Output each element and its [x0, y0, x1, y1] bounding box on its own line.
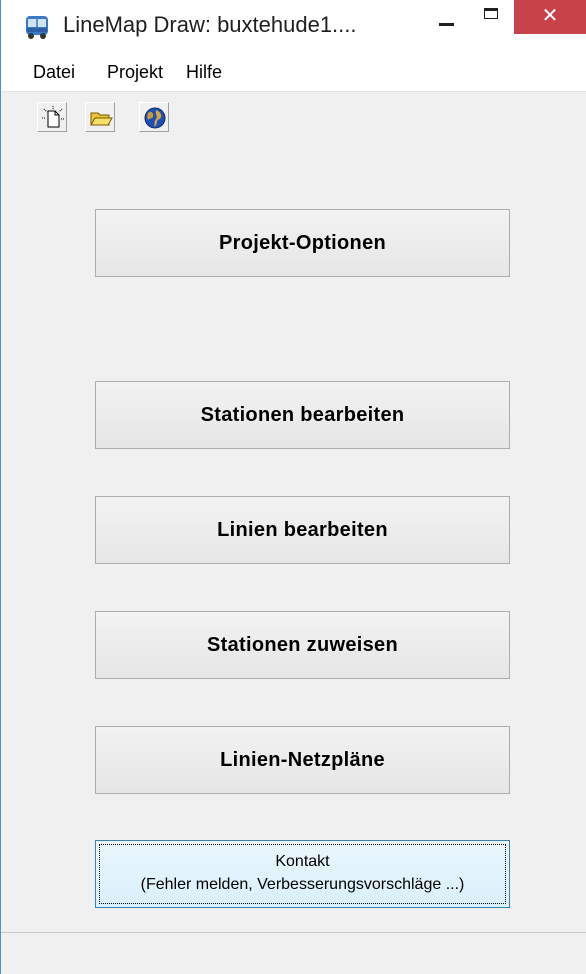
open-folder-icon — [90, 112, 113, 126]
globe-icon — [144, 107, 166, 129]
contact-button[interactable]: Kontakt (Fehler melden, Verbesserungsvor… — [95, 840, 510, 908]
close-icon: ✕ — [541, 3, 559, 27]
menu-bar: Datei Projekt Hilfe — [1, 56, 586, 92]
minimize-button[interactable] — [425, 0, 469, 40]
contact-label: Kontakt — [275, 853, 330, 870]
app-window: LineMap Draw: buxtehude1.... ✕ Datei Pro… — [0, 0, 586, 974]
maximize-button[interactable] — [473, 0, 509, 40]
project-options-button[interactable]: Projekt-Optionen — [95, 209, 510, 277]
menu-datei[interactable]: Datei — [31, 62, 77, 83]
line-network-plans-button[interactable]: Linien-Netzpläne — [95, 726, 510, 794]
close-button[interactable]: ✕ — [514, 0, 586, 34]
edit-lines-button[interactable]: Linien bearbeiten — [95, 496, 510, 564]
web-button[interactable] — [139, 102, 169, 132]
maximize-icon — [484, 8, 498, 19]
contact-sublabel: (Fehler melden, Verbesserungsvorschläge … — [140, 876, 465, 893]
bus-icon — [26, 16, 48, 39]
status-bar — [1, 932, 586, 974]
window-title: LineMap Draw: buxtehude1.... — [63, 12, 357, 37]
assign-stations-button[interactable]: Stationen zuweisen — [95, 611, 510, 679]
edit-stations-button[interactable]: Stationen bearbeiten — [95, 381, 510, 449]
title-bar[interactable]: LineMap Draw: buxtehude1.... ✕ — [1, 0, 586, 56]
menu-hilfe[interactable]: Hilfe — [184, 62, 224, 83]
menu-projekt[interactable]: Projekt — [105, 62, 165, 83]
toolbar — [1, 92, 586, 150]
minimize-icon — [439, 23, 454, 26]
new-project-button[interactable] — [37, 102, 67, 132]
new-file-icon — [42, 106, 64, 128]
open-project-button[interactable] — [85, 102, 115, 132]
